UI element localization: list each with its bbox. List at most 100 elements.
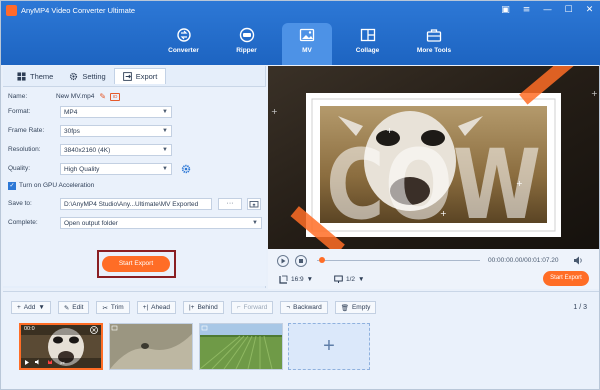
toolbox-icon (426, 29, 442, 42)
chevron-down-icon: ▼ (162, 109, 168, 115)
folder-icon (249, 201, 259, 208)
tab-theme-label: Theme (30, 71, 54, 81)
tab-collage[interactable]: Collage (340, 23, 395, 65)
tab-ripper[interactable]: Ripper (219, 23, 274, 65)
video-preview: COW + + + + + (268, 66, 599, 249)
forward-icon: ⌐ (236, 304, 241, 311)
play-icon (281, 258, 286, 264)
feedback-icon[interactable]: ▣ (500, 5, 511, 16)
behind-button[interactable]: |+ Behind (182, 301, 224, 314)
ahead-icon: +| (142, 304, 149, 311)
chevron-down-icon: ▼ (306, 276, 314, 283)
quality-select[interactable]: High Quality ▼ (60, 163, 172, 175)
chevron-down-icon: ▼ (252, 220, 258, 226)
edit-name-icon[interactable]: ✎ (99, 92, 106, 101)
name-value: New MV.mp4 (56, 93, 95, 100)
edit-icon: ✎ (63, 304, 70, 312)
quality-settings-gear-icon[interactable] (181, 164, 191, 174)
ripper-icon (239, 27, 254, 43)
tab-setting[interactable]: Setting (61, 68, 113, 84)
empty-label: Empty (351, 304, 371, 311)
clip-3-image (200, 324, 282, 369)
clip-thumbnail-2[interactable] (109, 323, 193, 370)
tab-export-label: Export (135, 72, 158, 81)
clip-2-image (110, 324, 192, 369)
tab-export[interactable]: Export (113, 68, 167, 84)
gpu-checkbox[interactable]: ✓ (8, 181, 16, 190)
maximize-icon[interactable]: ☐ (563, 5, 574, 16)
close-icon[interactable]: ✕ (584, 5, 595, 16)
add-clip-button[interactable]: + (288, 323, 370, 370)
complete-row: Complete: (8, 216, 56, 229)
complete-value: Open output folder (64, 219, 118, 227)
clip-thumbnail-1[interactable]: ✂ 00:0 (19, 323, 103, 370)
gear-icon (70, 72, 78, 80)
ahead-button[interactable]: +| Ahead (136, 301, 176, 314)
scissors-icon: ✂ (102, 304, 108, 312)
top-bar: AnyMP4 Video Converter Ultimate ▣ ≡ — ☐ … (1, 1, 600, 65)
trim-button[interactable]: ✂ Trim (96, 301, 130, 314)
screen-page-value: 1/2 (346, 276, 356, 283)
clip-1-time: 00:0 (24, 326, 35, 332)
frame-rate-select[interactable]: 30fps ▼ (60, 125, 172, 137)
converter-icon (176, 28, 191, 42)
format-select[interactable]: MP4 ▼ (60, 106, 172, 118)
collage-icon (360, 28, 375, 42)
start-export-button[interactable]: Start Export (102, 256, 170, 272)
theme-icon (17, 71, 26, 81)
open-folder-button[interactable] (247, 198, 261, 210)
frame-rate-value: 30fps (64, 127, 80, 135)
aspect-ratio-select[interactable]: 16:9 ▼ (279, 275, 313, 284)
preview-frame: COW + + + + + (268, 66, 599, 249)
trash-icon: 🗑 (340, 304, 349, 312)
name-label: Name: (8, 93, 28, 100)
browse-button[interactable]: ··· (218, 198, 242, 210)
clip-thumbnail-3[interactable] (199, 323, 283, 370)
timeline-toolbar: + Add ▼ ✎ Edit ✂ Trim +| Ahead |+ Behind… (11, 301, 377, 314)
backward-button[interactable]: ¬ Backward (280, 301, 328, 314)
behind-label: Behind (197, 304, 218, 311)
quality-row: Quality: (8, 162, 56, 175)
svg-text:+: + (516, 179, 523, 188)
behind-icon: |+ (188, 304, 195, 311)
app-window: AnyMP4 Video Converter Ultimate ▣ ≡ — ☐ … (0, 0, 600, 390)
gpu-label: Turn on GPU Acceleration (19, 182, 95, 189)
empty-button[interactable]: 🗑 Empty (334, 301, 377, 314)
aspect-ratio-value: 16:9 (291, 276, 304, 283)
backward-icon: ¬ (286, 304, 291, 311)
forward-button[interactable]: ⌐ Forward (230, 301, 274, 314)
svg-text:+: + (386, 126, 393, 135)
format-label: Format: (8, 108, 31, 115)
complete-select[interactable]: Open output folder ▼ (60, 217, 262, 229)
start-export-button-preview[interactable]: Start Export (543, 271, 589, 286)
format-value: MP4 (64, 108, 78, 116)
play-button[interactable] (277, 255, 289, 267)
menu-icon[interactable]: ≡ (521, 5, 532, 16)
resolution-select[interactable]: 3840x2160 (4K) ▼ (60, 144, 172, 156)
add-button[interactable]: + Add ▼ (11, 301, 51, 314)
svg-text:✂: ✂ (60, 360, 65, 367)
tab-theme[interactable]: Theme (9, 68, 61, 84)
tab-more-tools[interactable]: More Tools (403, 23, 465, 65)
edit-button[interactable]: ✎ Edit (57, 301, 90, 314)
resolution-row: Resolution: (8, 143, 56, 156)
save-to-field[interactable]: D:\AnyMP4 Studio\Any...Ultimate\MV Expor… (60, 198, 212, 210)
progress-handle[interactable] (319, 257, 325, 263)
tab-mv[interactable]: MV (282, 23, 332, 65)
ahead-label: Ahead (151, 304, 170, 311)
page-count: 1 / 3 (573, 304, 587, 311)
svg-text:+: + (591, 89, 598, 98)
progress-track[interactable] (317, 260, 480, 261)
monitor-icon (334, 275, 343, 283)
rename-tag-icon[interactable]: ID (110, 92, 121, 101)
app-logo (6, 5, 17, 16)
minimize-icon[interactable]: — (542, 5, 553, 16)
tab-mv-label: MV (302, 47, 312, 54)
quality-value: High Quality (64, 165, 100, 173)
stop-button[interactable] (295, 255, 307, 267)
tab-converter[interactable]: Converter (156, 23, 211, 65)
save-to-value: D:\AnyMP4 Studio\Any...Ultimate\MV Expor… (64, 200, 199, 208)
app-title: AnyMP4 Video Converter Ultimate (21, 6, 136, 15)
volume-icon[interactable] (573, 256, 583, 265)
screen-page-select[interactable]: 1/2 ▼ (334, 275, 364, 284)
